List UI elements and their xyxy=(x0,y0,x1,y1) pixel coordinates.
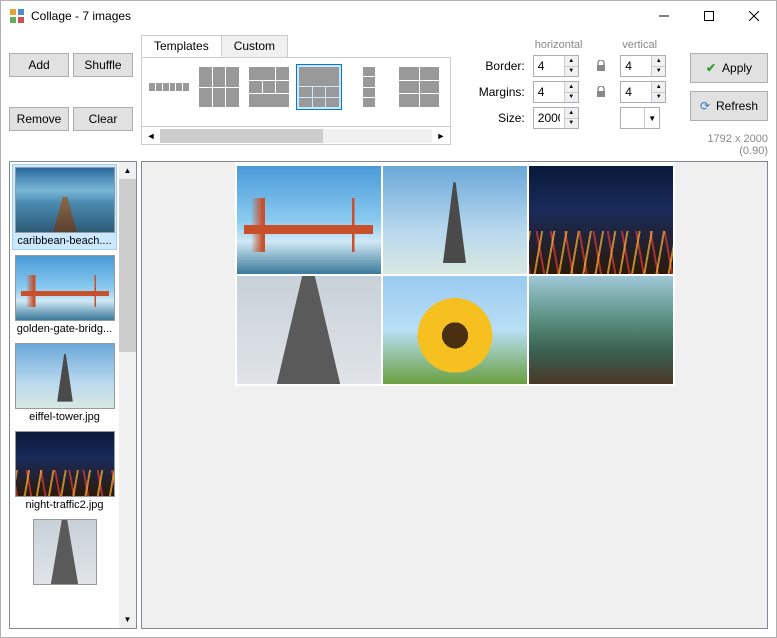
collage-preview xyxy=(235,162,675,386)
list-item[interactable]: eiffel-tower.jpg xyxy=(12,340,117,426)
border-lock-icon[interactable] xyxy=(593,58,609,74)
thumbnail-image xyxy=(15,167,115,233)
margins-v-spinner[interactable]: ▲▼ xyxy=(620,81,666,103)
thumbnail-image xyxy=(15,431,115,497)
list-item[interactable]: night-traffic2.jpg xyxy=(12,428,117,514)
remove-button[interactable]: Remove xyxy=(9,107,69,131)
tab-custom[interactable]: Custom xyxy=(221,35,288,57)
template-1[interactable] xyxy=(146,64,192,110)
border-v-spinner[interactable]: ▲▼ xyxy=(620,55,666,77)
list-item[interactable]: caribbean-beach.... xyxy=(12,164,117,250)
template-strip xyxy=(141,57,451,127)
thumbnail-image xyxy=(33,519,97,585)
scroll-thumb[interactable] xyxy=(119,179,136,352)
scroll-left-icon[interactable]: ◄ xyxy=(142,131,160,141)
thumbnail-label: golden-gate-bridg... xyxy=(15,321,114,335)
refresh-icon: ⟳ xyxy=(700,99,710,113)
template-6[interactable] xyxy=(396,64,442,110)
list-item[interactable]: golden-gate-bridg... xyxy=(12,252,117,338)
border-label: Border: xyxy=(474,59,527,73)
collage-cell[interactable] xyxy=(237,166,381,274)
down-icon[interactable]: ▼ xyxy=(564,92,578,103)
template-4[interactable] xyxy=(296,64,342,110)
scroll-track[interactable] xyxy=(160,129,432,143)
app-window: Collage - 7 images Add Shuffle Remove Cl… xyxy=(0,0,777,638)
refresh-button[interactable]: ⟳ Refresh xyxy=(690,91,768,121)
scroll-down-icon[interactable]: ▼ xyxy=(119,611,136,628)
up-icon[interactable]: ▲ xyxy=(564,108,578,118)
header-horizontal: horizontal xyxy=(533,39,588,51)
border-v-input[interactable] xyxy=(621,56,651,76)
collage-cell[interactable] xyxy=(383,276,527,384)
template-2[interactable] xyxy=(196,64,242,110)
size-input[interactable] xyxy=(534,108,564,128)
shuffle-button[interactable]: Shuffle xyxy=(73,53,133,77)
settings-grid: horizontal vertical Border: ▲▼ ▲▼ Margin… xyxy=(451,35,682,157)
size-label: Size: xyxy=(474,111,527,125)
down-icon[interactable]: ▼ xyxy=(564,118,578,129)
right-buttons: ✔ Apply ⟳ Refresh 1792 x 2000 (0.90) xyxy=(682,35,768,157)
scroll-track[interactable] xyxy=(119,179,136,611)
content: caribbean-beach.... golden-gate-bridg...… xyxy=(1,157,776,637)
templates-section: Templates Custom ◄ ► xyxy=(141,35,451,157)
collage-cell[interactable] xyxy=(529,276,673,384)
margins-h-spinner[interactable]: ▲▼ xyxy=(533,81,579,103)
border-h-input[interactable] xyxy=(534,56,564,76)
margins-v-input[interactable] xyxy=(621,82,651,102)
window-title: Collage - 7 images xyxy=(31,9,641,23)
template-5[interactable] xyxy=(346,64,392,110)
color-swatch xyxy=(621,108,645,128)
up-icon[interactable]: ▲ xyxy=(564,82,578,92)
scroll-up-icon[interactable]: ▲ xyxy=(119,162,136,179)
tabstrip: Templates Custom xyxy=(141,35,451,57)
margins-h-input[interactable] xyxy=(534,82,564,102)
header-vertical: vertical xyxy=(620,39,671,51)
thumbnail-image xyxy=(15,343,115,409)
refresh-label: Refresh xyxy=(716,99,758,113)
left-buttons: Add Shuffle Remove Clear xyxy=(9,35,141,157)
app-icon xyxy=(9,8,25,24)
margins-lock-icon[interactable] xyxy=(593,84,609,100)
collage-cell[interactable] xyxy=(237,276,381,384)
size-spinner[interactable]: ▲▼ xyxy=(533,107,579,129)
template-3[interactable] xyxy=(246,64,292,110)
minimize-button[interactable] xyxy=(641,1,686,31)
maximize-button[interactable] xyxy=(686,1,731,31)
template-scrollbar[interactable]: ◄ ► xyxy=(141,127,451,145)
titlebar: Collage - 7 images xyxy=(1,1,776,31)
thumbnail-list: caribbean-beach.... golden-gate-bridg...… xyxy=(10,162,119,628)
thumbnail-label: eiffel-tower.jpg xyxy=(15,409,114,423)
apply-button[interactable]: ✔ Apply xyxy=(690,53,768,83)
thumbnail-label: caribbean-beach.... xyxy=(15,233,114,247)
margins-label: Margins: xyxy=(474,85,527,99)
thumbnail-image xyxy=(15,255,115,321)
down-icon[interactable]: ▼ xyxy=(651,92,665,103)
scroll-right-icon[interactable]: ► xyxy=(432,131,450,141)
down-icon[interactable]: ▼ xyxy=(651,66,665,77)
list-item[interactable] xyxy=(12,516,117,588)
border-h-spinner[interactable]: ▲▼ xyxy=(533,55,579,77)
canvas[interactable] xyxy=(141,161,768,629)
bg-color-picker[interactable]: ▼ xyxy=(620,107,660,129)
tab-templates[interactable]: Templates xyxy=(141,35,222,57)
collage-cell[interactable] xyxy=(529,166,673,274)
clear-button[interactable]: Clear xyxy=(73,107,133,131)
dropdown-icon[interactable]: ▼ xyxy=(645,108,659,128)
collage-cell[interactable] xyxy=(383,166,527,274)
sidebar-scrollbar[interactable]: ▲ ▼ xyxy=(119,162,136,628)
down-icon[interactable]: ▼ xyxy=(564,66,578,77)
apply-label: Apply xyxy=(722,61,752,75)
up-icon[interactable]: ▲ xyxy=(564,56,578,66)
check-icon: ✔ xyxy=(706,61,716,75)
add-button[interactable]: Add xyxy=(9,53,69,77)
dimensions-text: 1792 x 2000 (0.90) xyxy=(690,133,768,157)
thumbnail-label: night-traffic2.jpg xyxy=(15,497,114,511)
up-icon[interactable]: ▲ xyxy=(651,82,665,92)
scroll-thumb[interactable] xyxy=(160,129,323,143)
toolbar: Add Shuffle Remove Clear Templates Custo… xyxy=(1,31,776,157)
close-button[interactable] xyxy=(731,1,776,31)
up-icon[interactable]: ▲ xyxy=(651,56,665,66)
sidebar: caribbean-beach.... golden-gate-bridg...… xyxy=(9,161,137,629)
